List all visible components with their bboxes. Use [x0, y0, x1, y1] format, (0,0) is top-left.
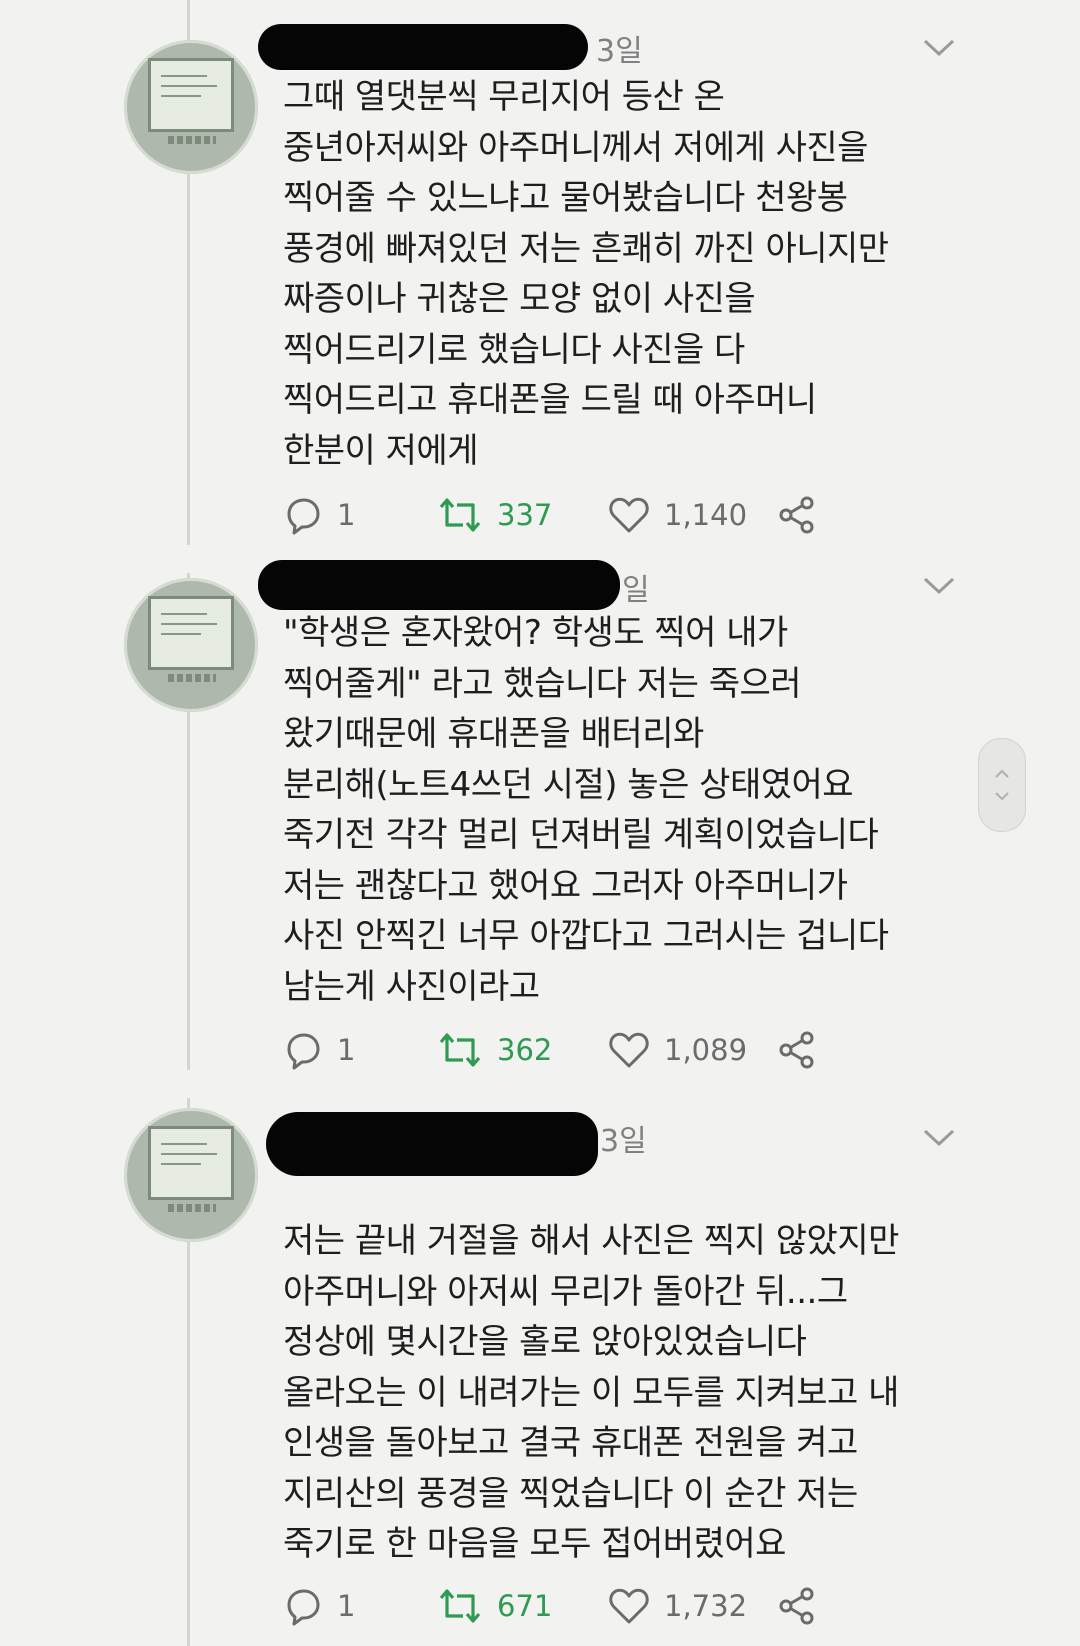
retweet-icon	[439, 1589, 481, 1623]
tweet: 3일 저는 끝내 거절을 해서 사진은 찍지 않았지만 아주머니와 아저씨 무리…	[0, 0, 1080, 1646]
tweet-actions: 1 671 1,732	[283, 1586, 883, 1626]
tweet-timestamp: 3일	[600, 1124, 647, 1159]
heart-icon	[609, 1588, 649, 1624]
chevron-up-icon	[995, 769, 1009, 778]
tweet-text-line: 인생을 돌아보고 결국 휴대폰 전원을 켜고	[283, 1423, 858, 1463]
scroll-handle[interactable]	[978, 738, 1026, 832]
retweet-button[interactable]: 671	[437, 1586, 552, 1626]
like-count: 1,732	[664, 1589, 748, 1623]
tweet-text-line: 지리산의 풍경을 찍었습니다 이 순간 저는	[283, 1473, 858, 1514]
tweet-text: 저는 끝내 거절을 해서 사진은 찍지 않았지만 아주머니와 아저씨 무리가 돌…	[283, 1216, 963, 1570]
tweet-text-line: 올라오는 이 내려가는 이 모두를 지켜보고 내	[283, 1372, 899, 1413]
reply-button[interactable]: 1	[283, 1586, 355, 1626]
tweet-text-line: 저는 끝내 거절을 해서 사진은 찍지 않았지만	[283, 1221, 899, 1261]
retweet-count: 671	[497, 1589, 553, 1623]
tweet-text-line: 죽기로 한 마음을 모두 접어버렸어요	[283, 1524, 786, 1564]
share-icon	[779, 1587, 814, 1625]
share-button[interactable]	[777, 1586, 817, 1626]
chevron-down-icon[interactable]	[922, 1128, 956, 1148]
tweet-text-line: 정상에 몇시간을 홀로 앉아있었습니다	[283, 1322, 807, 1362]
avatar-image	[148, 1126, 234, 1200]
like-button[interactable]: 1,732	[608, 1586, 747, 1626]
tweet-text-line: 아주머니와 아저씨 무리가 돌아간 뒤...그	[283, 1271, 848, 1312]
avatar[interactable]	[124, 1108, 258, 1242]
reply-count: 1	[337, 1589, 356, 1623]
reply-icon	[287, 1589, 320, 1626]
redacted-username	[266, 1112, 598, 1176]
chevron-down-icon	[995, 792, 1009, 801]
